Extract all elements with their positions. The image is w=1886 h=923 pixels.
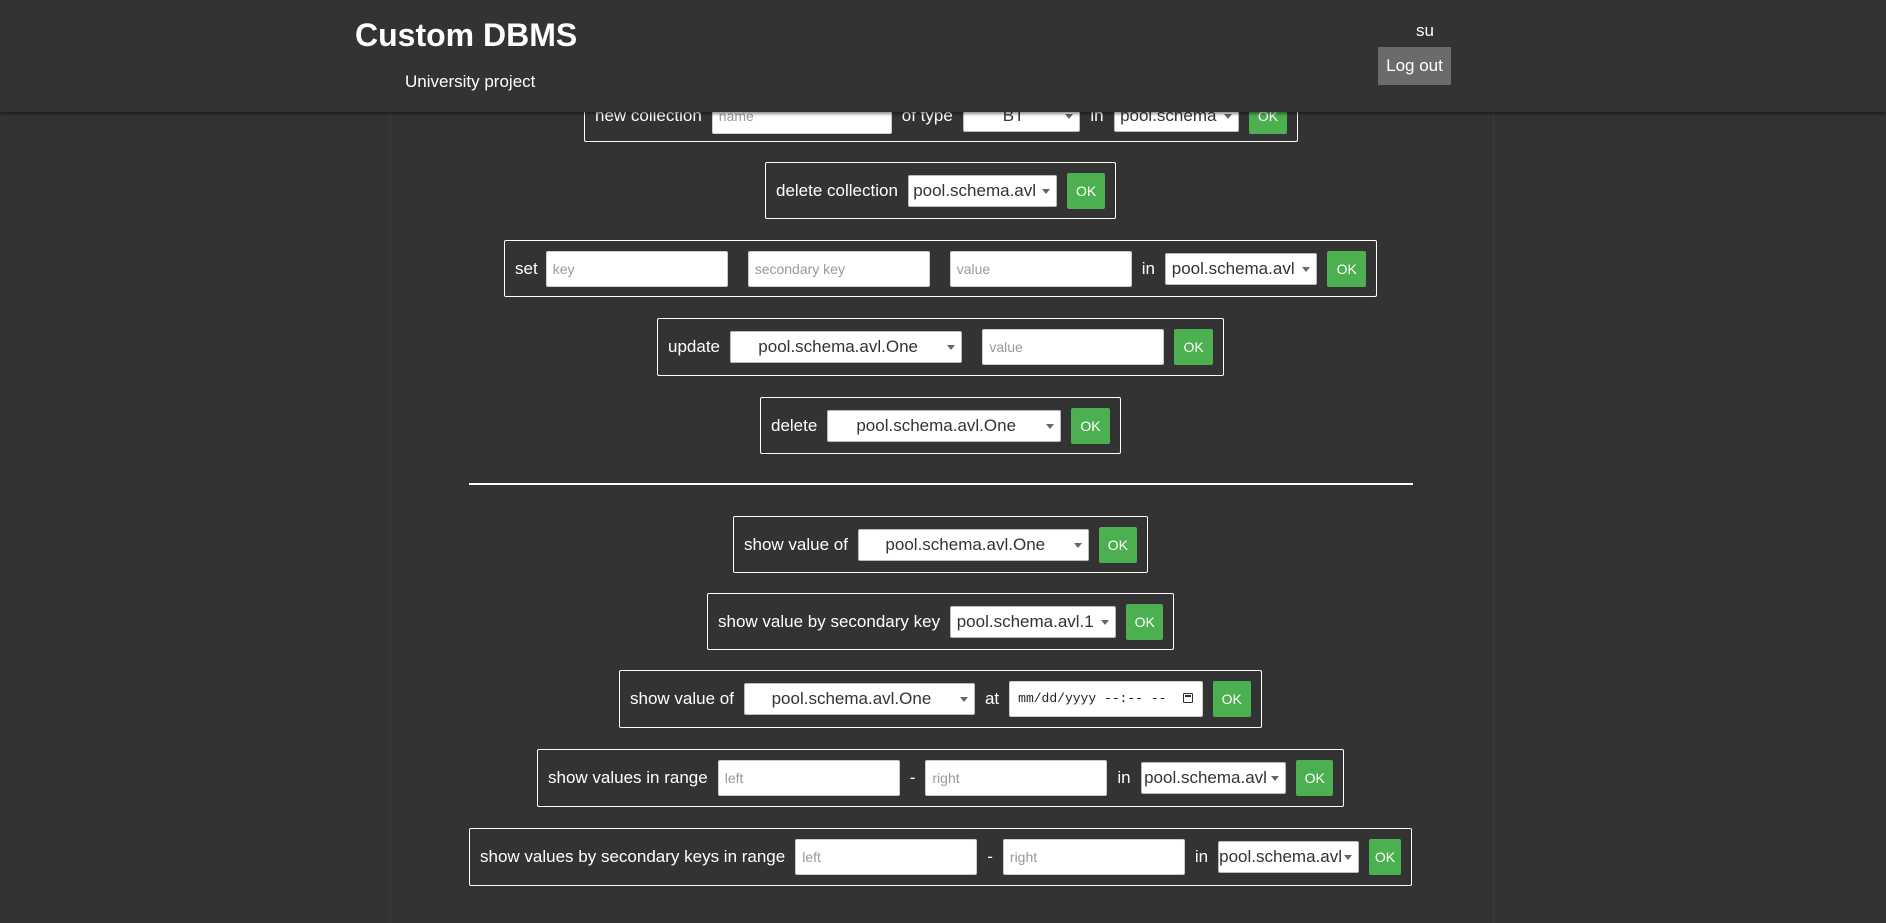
update-select-value: pool.schema.avl.One [758,337,918,356]
chevron-down-icon [1073,542,1082,548]
range-secondary-left-input[interactable] [795,839,978,875]
range-collection-select[interactable]: pool.schema.avl [1140,762,1287,794]
set-key-input[interactable] [545,250,728,287]
chevron-down-icon [1065,114,1074,119]
username-label: su [1416,21,1434,40]
update-value-input[interactable] [982,329,1165,365]
delete-label: delete [771,415,818,435]
delete-select-value: pool.schema.avl.One [856,415,1017,435]
chevron-down-icon [959,697,968,702]
show-range-secondary-form: show values by secondary keys in range -… [469,828,1412,886]
chevron-down-icon [1271,776,1280,781]
set-label: set [515,258,538,278]
range-left-input[interactable] [717,760,900,796]
show-value-at-select-value: pool.schema.avl.One [771,689,932,708]
show-value-form: show value of pool.schema.avl.One OK [733,516,1148,573]
update-ok-button[interactable]: OK [1174,329,1213,365]
show-range-secondary-ok-button[interactable]: OK [1368,839,1401,875]
logout-button[interactable]: Log out [1378,47,1451,85]
chevron-down-icon [947,345,956,350]
chevron-down-icon [1046,423,1055,429]
datetime-input[interactable]: mm/dd/yyyy --:-- -- [1009,681,1203,717]
range-dash: - [909,768,916,787]
range-secondary-collection-select-value: pool.schema.avl [1219,847,1342,866]
update-select[interactable]: pool.schema.avl.One [730,331,963,363]
chevron-down-icon [1343,855,1352,860]
calendar-icon[interactable] [1182,693,1193,703]
show-value-secondary-select[interactable]: pool.schema.avl.1 [950,605,1117,638]
show-value-secondary-form: show value by secondary key pool.schema.… [707,593,1174,650]
show-value-label: show value of [744,534,848,554]
set-collection-select-value: pool.schema.avl [1171,258,1295,278]
range-secondary-right-input[interactable] [1002,839,1185,875]
show-range-form: show values in range - in pool.schema.av… [537,749,1344,807]
set-collection-select[interactable]: pool.schema.avl [1164,252,1318,285]
range-secondary-in-label: in [1194,847,1209,866]
range-right-input[interactable] [925,760,1108,796]
chevron-down-icon [1101,619,1110,625]
update-form: update pool.schema.avl.One OK [657,318,1224,376]
range-collection-select-value: pool.schema.avl [1144,768,1267,787]
at-label: at [984,689,1000,708]
show-range-ok-button[interactable]: OK [1296,760,1333,796]
show-range-label: show values in range [548,768,708,787]
app-subtitle: University project [405,72,536,91]
show-value-secondary-ok-button[interactable]: OK [1126,603,1163,640]
update-label: update [668,337,720,356]
chevron-down-icon [1042,188,1051,194]
show-value-at-ok-button[interactable]: OK [1212,681,1251,717]
datetime-value: mm/dd/yyyy --:-- -- [1018,691,1167,706]
set-in-label: in [1141,258,1155,278]
set-form: set in pool.schema.avl OK [504,240,1377,297]
show-value-secondary-select-value: pool.schema.avl.1 [956,611,1094,631]
show-value-select[interactable]: pool.schema.avl.One [857,528,1089,561]
app-title: Custom DBMS [355,17,578,53]
range-secondary-collection-select[interactable]: pool.schema.avl [1218,841,1359,873]
delete-collection-ok-button[interactable]: OK [1067,172,1105,209]
show-value-at-select[interactable]: pool.schema.avl.One [743,683,975,715]
set-value-input[interactable] [949,250,1132,287]
set-ok-button[interactable]: OK [1327,250,1366,287]
delete-collection-label: delete collection [776,180,898,200]
show-value-at-label: show value of [630,689,734,708]
range-in-label: in [1117,768,1131,787]
set-secondary-key-input[interactable] [747,250,930,287]
range-secondary-dash: - [987,847,993,866]
section-divider [469,483,1413,485]
delete-ok-button[interactable]: OK [1071,407,1110,444]
show-value-at-form: show value of pool.schema.avl.One at mm/… [619,670,1262,728]
delete-collection-select[interactable]: pool.schema.avl [907,174,1058,207]
delete-form: delete pool.schema.avl.One OK [760,397,1121,454]
show-value-ok-button[interactable]: OK [1098,526,1137,563]
show-range-secondary-label: show values by secondary keys in range [480,847,786,866]
chevron-down-icon [1223,114,1232,119]
delete-collection-select-value: pool.schema.avl [913,180,1037,200]
chevron-down-icon [1302,266,1311,272]
app-header: Custom DBMS University project su Log ou… [0,0,1886,112]
show-value-secondary-label: show value by secondary key [718,611,941,631]
show-value-select-value: pool.schema.avl.One [885,534,1046,554]
delete-select[interactable]: pool.schema.avl.One [827,409,1062,442]
delete-collection-form: delete collection pool.schema.avl OK [765,162,1116,219]
